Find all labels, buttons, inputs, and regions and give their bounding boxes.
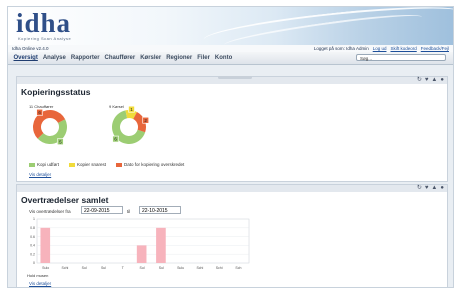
x-tick-label: Sulu [177,266,184,270]
status-legend: Kopi udført Kopier snarest Dato for kopi… [29,162,184,167]
x-tick-label: Schi [216,266,223,270]
y-tick-label: 0.4 [30,244,35,248]
tab-oversigt[interactable]: Oversigt [11,52,40,64]
y-tick-label: 0.2 [30,252,35,256]
panel-toolbar: ↻ ♥ ▲ ● [17,185,447,192]
hover-hint: Hold musen [27,273,49,278]
x-tick-label: Sch [235,266,241,270]
tab-konto[interactable]: Konto [212,52,234,64]
y-tick-label: 1 [33,217,35,221]
from-label: Vis overtrædelser fra [29,209,71,214]
tab-koersler[interactable]: Kørsler [138,52,164,64]
tab-regioner[interactable]: Regioner [164,52,195,64]
tab-filer[interactable]: Filer [195,52,213,64]
app-window: idha Kopiering Scan Analyse Idha Online … [7,6,454,288]
x-tick-label: Sulo [42,266,49,270]
chart-bar[interactable] [136,245,147,263]
search-input[interactable]: Søg... [356,54,446,61]
x-tick-label: Schi [196,266,203,270]
logo-tagline: Kopiering Scan Analyse [18,36,72,41]
chart-bar[interactable] [40,227,51,263]
refresh-icon[interactable]: ↻ [417,185,422,192]
info-bar: Idha Online v2.4.0 Logget på som: Idha A… [8,45,453,52]
close-icon[interactable]: ● [440,77,444,84]
x-tick-label: Sul [140,266,145,270]
logout-link[interactable]: Log ud [373,46,387,51]
header-banner: idha Kopiering Scan Analyse [8,7,453,45]
copy-status-panel: ↻ ♥ ▲ ● Kopieringsstatus 11 Chauffører 9… [16,76,448,182]
tab-analyse[interactable]: Analyse [40,52,68,64]
to-label: til [127,209,131,214]
refresh-icon[interactable]: ↻ [417,77,422,84]
legend-item-overdue: Dato for kopiering overskredet [116,162,184,167]
panel-title: Overtrædelser samlet [21,195,109,205]
tab-rapporter[interactable]: Rapporter [68,52,102,64]
violations-panel: ↻ ♥ ▲ ● Overtrædelser samlet Vis overtræ… [16,184,448,287]
legend-item-done: Kopi udført [29,162,59,167]
x-tick-label: Schi [62,266,69,270]
legend-item-soon: Kopier snarest [69,162,106,167]
details-link[interactable]: Vis detaljer [29,281,51,286]
user-links: Logget på som: Idha Admin Log ud Skift k… [314,46,449,51]
main-nav: Oversigt Analyse Rapporter Chauffører Kø… [8,52,453,65]
from-date-field[interactable]: 22-09-2015 [81,206,123,214]
x-tick-label: Sul [82,266,87,270]
minimize-icon[interactable]: ▲ [431,185,437,192]
details-link[interactable]: Vis detaljer [29,172,51,177]
pin-icon[interactable]: ♥ [425,77,429,84]
panel-controls: ↻ ♥ ▲ ● [417,185,444,192]
chart-bar[interactable] [156,227,166,263]
close-icon[interactable]: ● [440,185,444,192]
to-date-field[interactable]: 22-10-2015 [139,206,181,214]
x-tick-label: Sul [159,266,164,270]
donut-charts: 56612 [32,105,149,146]
y-tick-label: 0.8 [30,226,35,230]
x-tick-label: T [122,266,125,270]
x-tick-label: Sul [101,266,106,270]
panel-title: Kopieringsstatus [21,87,91,97]
tab-chauffoerer[interactable]: Chauffører [102,52,138,64]
version-text: Idha Online v2.4.0 [12,46,49,51]
logo: idha [16,8,72,38]
violations-bar-chart: 1 0.8 0.6 0.4 0.2 0 Sulo Schi Sul Sul T Sul Sul Sulu S… [30,217,250,270]
feedback-link[interactable]: Feedback/Fejl [421,46,449,51]
minimize-icon[interactable]: ▲ [431,77,437,84]
panel-controls: ↻ ♥ ▲ ● [417,77,444,84]
y-tick-label: 0.6 [30,235,35,239]
logged-in-user: Logget på som: Idha Admin [313,46,369,51]
panel-drag-handle[interactable] [218,76,252,79]
pin-icon[interactable]: ♥ [425,185,429,192]
change-password-link[interactable]: Skift kodeord [390,46,416,51]
y-tick-label: 0 [33,261,35,265]
